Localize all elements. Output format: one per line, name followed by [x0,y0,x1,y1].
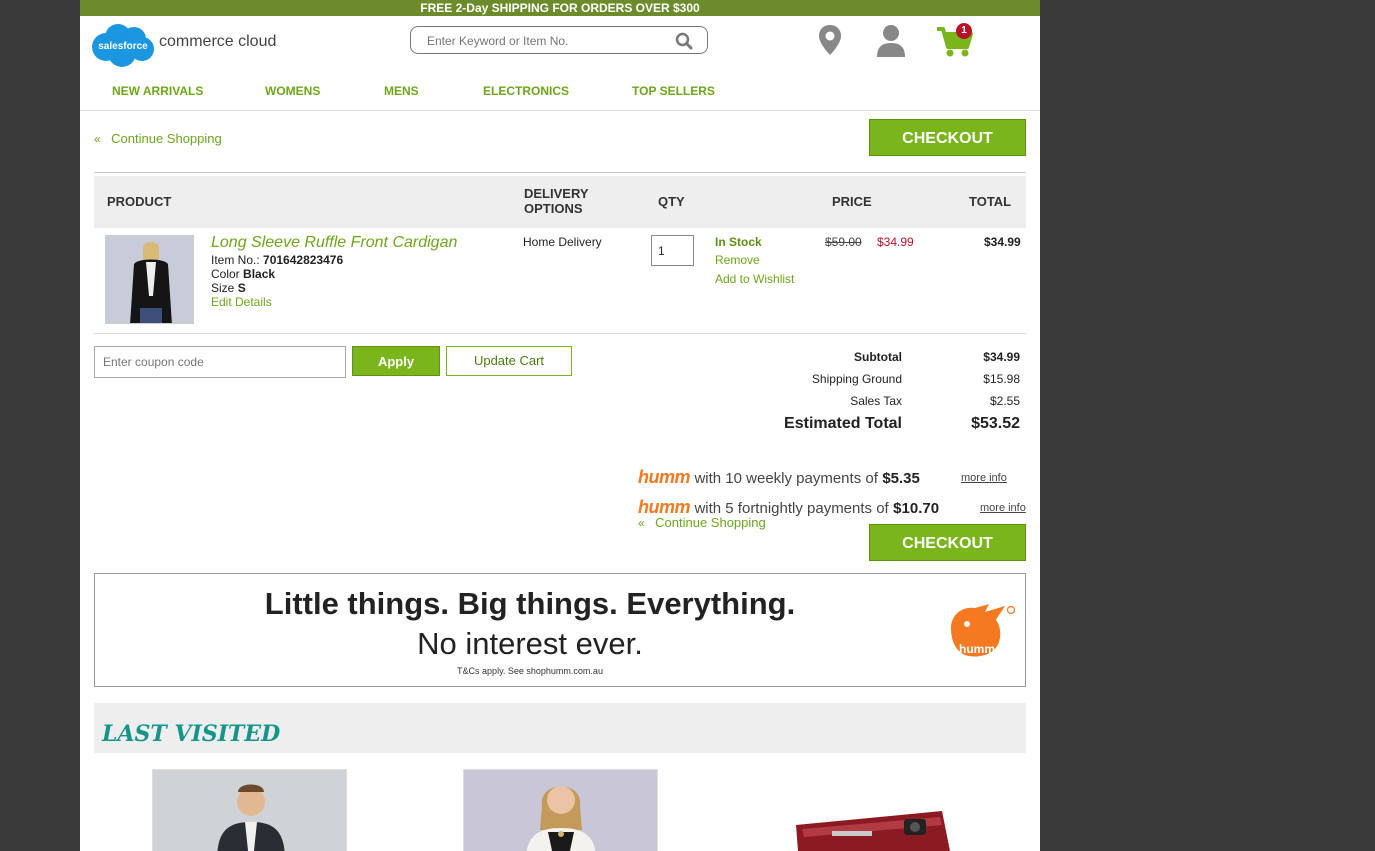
double-chevron-left-icon: « [638,516,645,530]
last-visited-section: LAST VISITED [94,703,1026,753]
sales-tax-value: $2.55 [989,394,1020,408]
header-product: PRODUCT [107,194,172,209]
item-number-value: 701642823476 [263,253,344,267]
header-qty: QTY [658,194,685,209]
humm-weekly-more-info-link[interactable]: more info [961,472,1007,484]
size-value: S [237,281,246,295]
last-visited-title: LAST VISITED [102,721,281,747]
continue-shopping-label: Continue Shopping [655,515,766,530]
nav-top-sellers[interactable]: TOP SELLERS [632,84,715,98]
estimated-total-value: $53.52 [971,415,1020,432]
cart-count-badge: 1 [956,23,972,39]
banner-terms: T&Cs apply. See shophumm.com.au [457,666,603,676]
banner-logo-text: humm [959,642,995,656]
nav-new-arrivals[interactable]: NEW ARRIVALS [112,84,203,98]
product-name-link[interactable]: Long Sleeve Ruffle Front Cardigan [211,234,457,252]
account-icon[interactable] [875,24,907,62]
banner-line-1: Little things. Big things. Everything. [264,586,796,621]
humm-promo-banner[interactable]: Little things. Big things. Everything. N… [94,573,1026,687]
checkout-button-bottom[interactable]: CHECKOUT [869,524,1026,561]
continue-shopping-link-bottom[interactable]: « Continue Shopping [638,514,766,532]
logo-text: commerce cloud [159,33,277,50]
last-visited-item-cardigan[interactable] [463,769,658,851]
continue-shopping-label: Continue Shopping [111,131,222,146]
search-input[interactable] [425,31,669,51]
sale-price: $34.99 [877,235,914,249]
last-visited-item-camera[interactable] [792,805,952,851]
shipping-value: $15.98 [983,372,1020,386]
subtotal-label: Subtotal [854,350,902,364]
coupon-input[interactable] [101,354,335,370]
line-total: $34.99 [984,235,1021,249]
humm-fortnightly-more-info-link[interactable]: more info [980,502,1026,514]
stock-status: In Stock [715,235,762,249]
color-value: Black [243,267,276,281]
banner-line-2: No interest ever. [417,626,643,661]
shipping-label: Shipping Ground [811,372,902,386]
nav-electronics[interactable]: ELECTRONICS [483,84,569,98]
humm-weekly-text: with 10 weekly payments of [694,470,878,487]
checkout-button-top[interactable]: CHECKOUT [869,119,1026,156]
estimated-total-label: Estimated Total [784,415,902,432]
nav-mens[interactable]: MENS [384,84,419,98]
nav-divider [80,110,1040,111]
humm-weekly-row: humm with 10 weekly payments of $5.35 [638,467,920,488]
sales-tax-label: Sales Tax [850,394,902,408]
size-label: Size [211,281,235,295]
add-to-wishlist-link[interactable]: Add to Wishlist [715,272,794,286]
item-number-row: Item No.: 701642823476 [211,253,343,267]
promo-bar: FREE 2-Day SHIPPING FOR ORDERS OVER $300 [80,0,1040,16]
humm-fortnightly-amount: $10.70 [893,500,940,517]
header-delivery: DELIVERY OPTIONS [524,186,589,216]
last-visited-item-suit[interactable] [152,769,347,851]
humm-weekly-amount: $5.35 [882,470,920,487]
product-image[interactable] [105,235,194,324]
search-box[interactable] [410,26,708,54]
row-divider [94,333,1026,334]
size-row: Size S [211,281,246,295]
store-locator-icon[interactable] [818,24,842,61]
quantity-input[interactable]: 1 [651,235,694,266]
promo-bold: FREE 2-Day SHIPPING [420,1,549,15]
continue-shopping-link-top[interactable]: « Continue Shopping [94,130,222,148]
promo-text: FOR ORDERS OVER $300 [548,1,700,15]
apply-coupon-button[interactable]: Apply [352,346,440,376]
divider [94,172,1026,173]
delivery-option: Home Delivery [523,235,602,249]
humm-logo-icon: humm [638,467,691,487]
item-number-label: Item No.: [211,253,260,267]
humm-bird-logo: humm [945,602,1017,663]
old-price: $59.00 [825,235,862,249]
edit-details-link[interactable]: Edit Details [211,295,272,309]
double-chevron-left-icon: « [94,132,101,146]
color-label: Color [211,267,240,281]
nav-womens[interactable]: WOMENS [265,84,320,98]
cart-table-header: PRODUCT DELIVERY OPTIONS QTY PRICE TOTAL [94,176,1026,228]
remove-link[interactable]: Remove [715,253,760,267]
coupon-box[interactable] [94,346,346,378]
search-icon[interactable] [675,32,693,55]
header-price: PRICE [832,194,872,209]
header-total: TOTAL [969,194,1012,209]
update-cart-button[interactable]: Update Cart [446,346,572,376]
salesforce-logo[interactable]: salesforce [90,23,156,67]
page: FREE 2-Day SHIPPING FOR ORDERS OVER $300… [80,0,1040,851]
subtotal-value: $34.99 [983,350,1020,364]
color-row: Color Black [211,267,275,281]
logo-cloud-text: salesforce [98,41,148,52]
